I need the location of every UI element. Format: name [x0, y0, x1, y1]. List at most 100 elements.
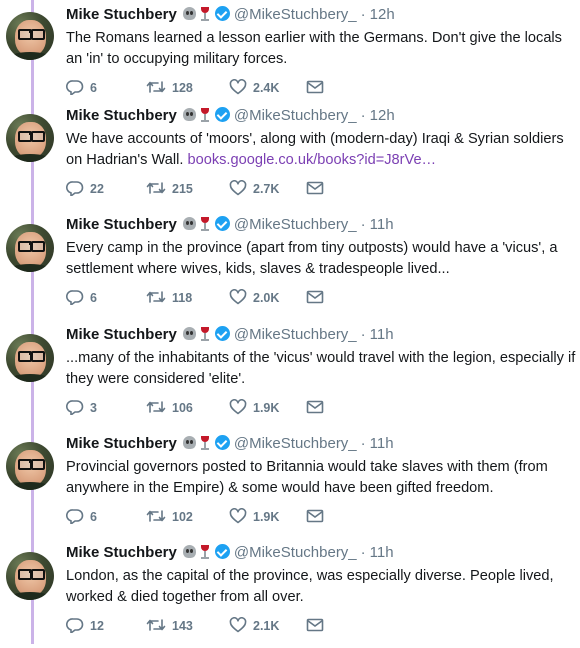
retweet-button[interactable]: 128	[146, 79, 193, 97]
like-button[interactable]: 2.0K	[229, 289, 279, 307]
verified-badge-icon	[214, 435, 230, 450]
direct-message-button[interactable]	[306, 617, 324, 635]
author-name[interactable]: Mike Stuchbery	[66, 107, 177, 124]
retweet-icon	[146, 291, 166, 303]
avatar[interactable]	[6, 12, 54, 60]
tweet-timestamp[interactable]: 12h	[370, 107, 395, 124]
tweet[interactable]: Mike Stuchbery @MikeStuchbery_ · 11h London…	[0, 538, 580, 648]
direct-message-button[interactable]	[306, 399, 324, 417]
heart-icon	[229, 617, 247, 633]
reply-icon	[66, 618, 84, 634]
separator-dot: ·	[360, 216, 366, 233]
envelope-icon	[306, 509, 324, 523]
heart-icon	[229, 180, 247, 196]
author-handle[interactable]: @MikeStuchbery_	[234, 435, 357, 452]
direct-message-button[interactable]	[306, 180, 324, 198]
author-handle[interactable]: @MikeStuchbery_	[234, 216, 357, 233]
skull-icon	[182, 327, 196, 340]
tweet-header: Mike Stuchbery @MikeStuchbery_ · 11h	[66, 544, 394, 564]
tweet[interactable]: Mike Stuchbery @MikeStuchbery_ · 12h We hav…	[0, 101, 580, 211]
retweet-button[interactable]: 102	[146, 508, 193, 526]
reply-button[interactable]: 6	[66, 79, 97, 97]
heart-icon	[229, 399, 247, 415]
tweet[interactable]: Mike Stuchbery @MikeStuchbery_ · 12h The Ro…	[0, 0, 580, 110]
tweet-body: Provincial governors posted to Britannia…	[66, 459, 548, 496]
skull-icon	[182, 436, 196, 449]
direct-message-button[interactable]	[306, 289, 324, 307]
tweet[interactable]: Mike Stuchbery @MikeStuchbery_ · 11h Provin…	[0, 429, 580, 539]
reply-icon	[66, 400, 84, 416]
author-name[interactable]: Mike Stuchbery	[66, 216, 177, 233]
verified-badge-icon	[214, 216, 230, 231]
reply-button[interactable]: 12	[66, 617, 104, 635]
author-handle[interactable]: @MikeStuchbery_	[234, 326, 357, 343]
verified-badge-icon	[214, 6, 230, 21]
retweet-icon	[146, 619, 166, 631]
retweet-button[interactable]: 143	[146, 617, 193, 635]
author-name[interactable]: Mike Stuchbery	[66, 6, 177, 23]
reply-button[interactable]: 6	[66, 289, 97, 307]
like-count: 2.4K	[253, 81, 280, 95]
like-button[interactable]: 2.7K	[229, 180, 279, 198]
tweet-header: Mike Stuchbery @MikeStuchbery_ · 12h	[66, 107, 395, 127]
like-button[interactable]: 2.4K	[229, 79, 279, 97]
avatar[interactable]	[6, 334, 54, 382]
envelope-icon	[306, 181, 324, 195]
tweet-text: We have accounts of 'moors', along with …	[66, 129, 576, 171]
author-name[interactable]: Mike Stuchbery	[66, 326, 177, 343]
avatar[interactable]	[6, 114, 54, 162]
wine-glass-icon	[200, 7, 210, 21]
tweet-timestamp[interactable]: 11h	[370, 435, 394, 452]
tweet-header: Mike Stuchbery @MikeStuchbery_ · 11h	[66, 216, 394, 236]
wine-glass-icon	[200, 108, 210, 122]
like-count: 2.7K	[253, 182, 280, 196]
retweet-count: 143	[172, 619, 193, 633]
author-handle[interactable]: @MikeStuchbery_	[234, 544, 357, 561]
tweet-thread: Mike Stuchbery @MikeStuchbery_ · 12h The Ro…	[0, 0, 580, 644]
heart-icon	[229, 289, 247, 305]
skull-icon	[182, 7, 196, 20]
wine-glass-icon	[200, 545, 210, 559]
retweet-count: 118	[172, 291, 193, 305]
reply-button[interactable]: 6	[66, 508, 97, 526]
reply-button[interactable]: 22	[66, 180, 104, 198]
reply-count: 6	[90, 291, 97, 305]
tweet-body: The Romans learned a lesson earlier with…	[66, 30, 562, 67]
like-button[interactable]: 2.1K	[229, 617, 279, 635]
tweet[interactable]: Mike Stuchbery @MikeStuchbery_ · 11h Every …	[0, 210, 580, 320]
retweet-button[interactable]: 215	[146, 180, 193, 198]
avatar[interactable]	[6, 224, 54, 272]
author-name[interactable]: Mike Stuchbery	[66, 544, 177, 561]
tweet-timestamp[interactable]: 12h	[370, 6, 395, 23]
tweet-timestamp[interactable]: 11h	[370, 216, 394, 233]
tweet-timestamp[interactable]: 11h	[370, 544, 394, 561]
avatar[interactable]	[6, 442, 54, 490]
author-handle[interactable]: @MikeStuchbery_	[234, 6, 357, 23]
tweet-body: London, as the capital of the province, …	[66, 568, 554, 605]
like-count: 2.1K	[253, 619, 280, 633]
skull-icon	[182, 108, 196, 121]
envelope-icon	[306, 618, 324, 632]
tweet-header: Mike Stuchbery @MikeStuchbery_ · 11h	[66, 326, 394, 346]
tweet-header: Mike Stuchbery @MikeStuchbery_ · 11h	[66, 435, 394, 455]
separator-dot: ·	[360, 435, 366, 452]
retweet-button[interactable]: 106	[146, 399, 193, 417]
tweet-timestamp[interactable]: 11h	[370, 326, 394, 343]
tweet[interactable]: Mike Stuchbery @MikeStuchbery_ · 11h ...man…	[0, 320, 580, 430]
tweet-link[interactable]: books.google.co.uk/books?id=J8rVe…	[187, 152, 436, 168]
reply-icon	[66, 80, 84, 96]
tweet-body: ...many of the inhabitants of the 'vicus…	[66, 350, 576, 387]
like-button[interactable]: 1.9K	[229, 508, 279, 526]
reply-icon	[66, 181, 84, 197]
like-button[interactable]: 1.9K	[229, 399, 279, 417]
author-name[interactable]: Mike Stuchbery	[66, 435, 177, 452]
reply-button[interactable]: 3	[66, 399, 97, 417]
tweet-text: Provincial governors posted to Britannia…	[66, 457, 576, 499]
separator-dot: ·	[360, 544, 366, 561]
avatar[interactable]	[6, 552, 54, 600]
direct-message-button[interactable]	[306, 79, 324, 97]
tweet-body: Every camp in the province (apart from t…	[66, 240, 558, 277]
direct-message-button[interactable]	[306, 508, 324, 526]
author-handle[interactable]: @MikeStuchbery_	[234, 107, 357, 124]
retweet-button[interactable]: 118	[146, 289, 192, 307]
